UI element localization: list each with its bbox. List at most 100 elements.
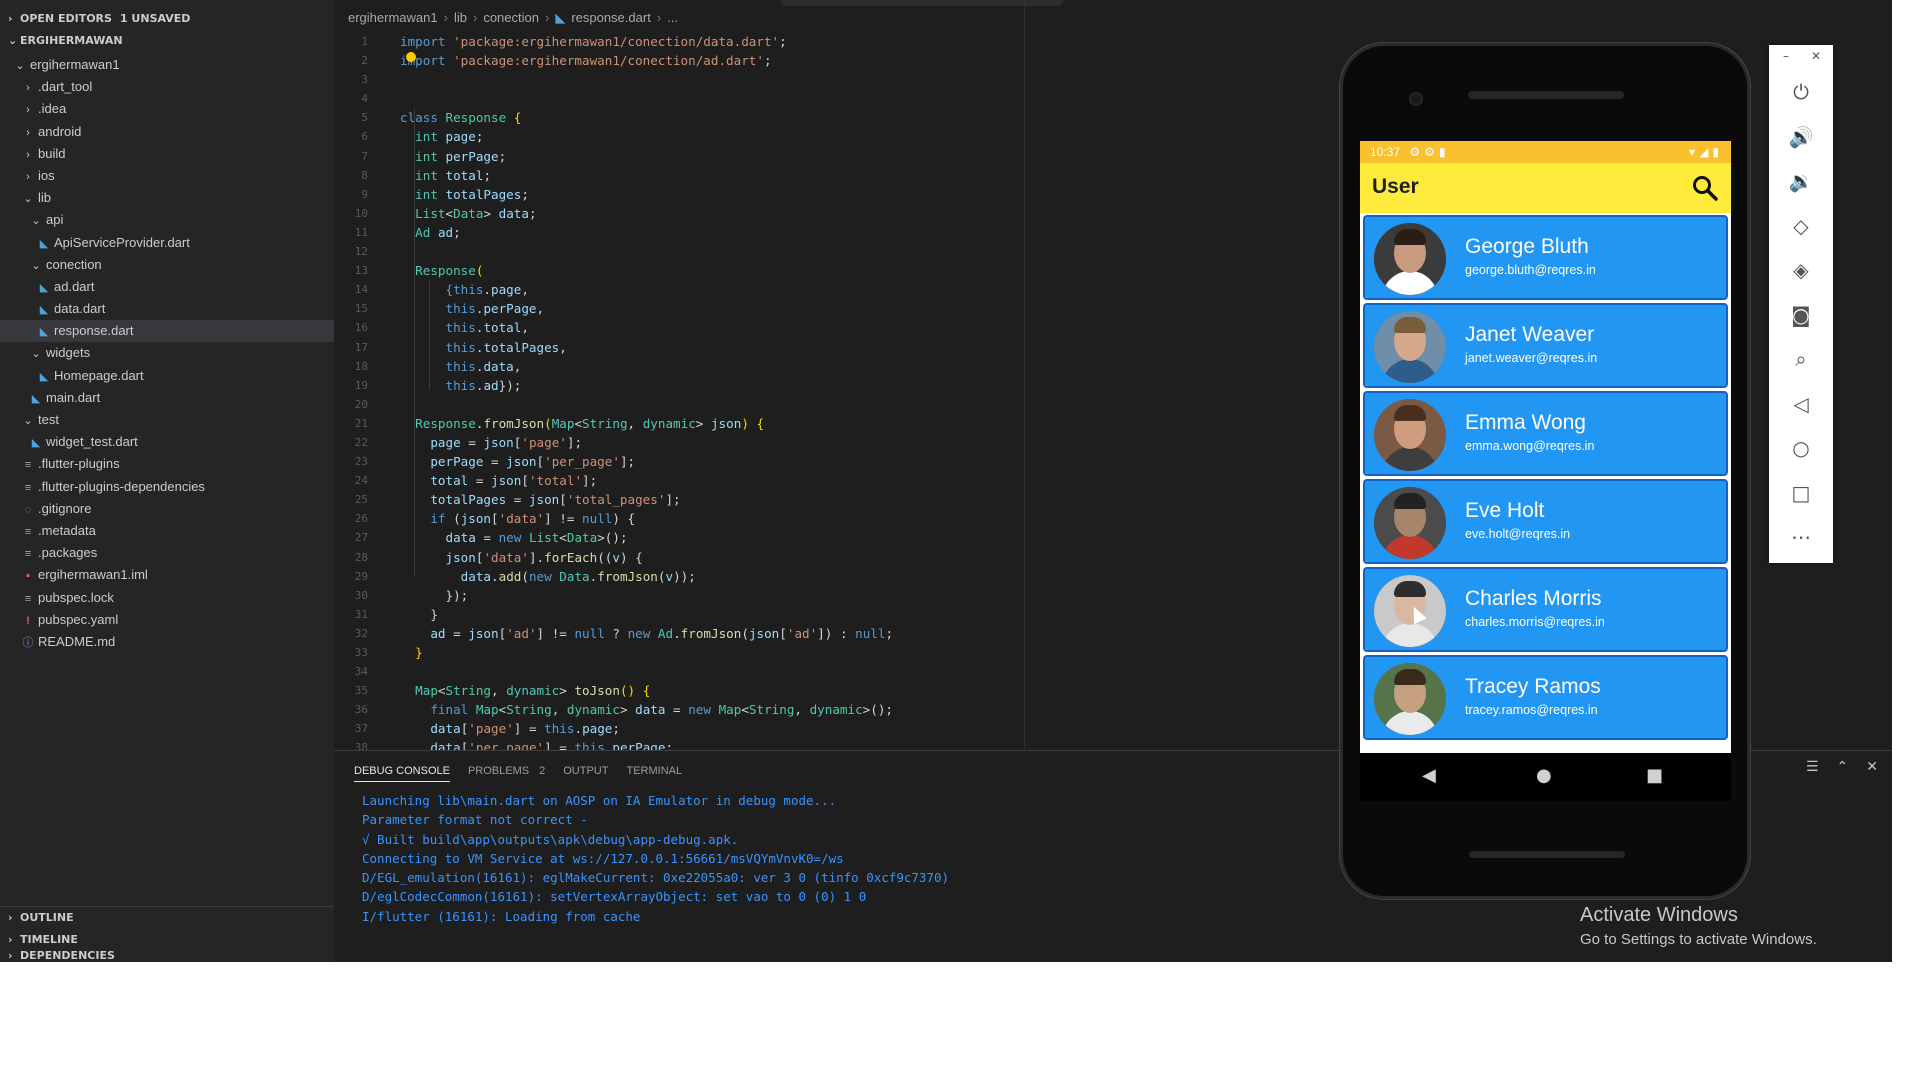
- code-line: totalPages = json['total_pages'];: [430, 492, 681, 508]
- lightbulb-icon[interactable]: [406, 52, 416, 62]
- tab-label: TERMINAL: [626, 765, 683, 777]
- user-email: tracey.ramos@reqres.in: [1465, 703, 1598, 717]
- minimize-icon[interactable]: –: [1783, 49, 1789, 63]
- user-card[interactable]: George Bluth george.bluth@reqres.in: [1363, 215, 1728, 300]
- volume-up-icon[interactable]: 🔊: [1769, 122, 1833, 152]
- tree-item[interactable]: ◣ widget_test.dart: [0, 431, 334, 453]
- chevron-right-icon: ›: [26, 126, 30, 139]
- volume-down-icon[interactable]: 🔉: [1769, 166, 1833, 196]
- tree-item[interactable]: ≡ .flutter-plugins: [0, 453, 334, 475]
- more-icon[interactable]: ⋯: [1769, 522, 1833, 552]
- tree-item[interactable]: ◣ Homepage.dart: [0, 365, 334, 387]
- tree-item[interactable]: ≡ pubspec.lock: [0, 587, 334, 609]
- search-icon[interactable]: [1691, 174, 1719, 202]
- zoom-icon[interactable]: ⌕: [1769, 344, 1833, 374]
- project-header[interactable]: ⌄ ERGIHERMAWAN: [0, 30, 334, 52]
- rotate-left-icon[interactable]: ◇: [1769, 211, 1833, 241]
- code-line: }: [400, 606, 438, 622]
- home-icon[interactable]: ○: [1769, 433, 1833, 463]
- text-file-icon: ≡: [24, 481, 32, 494]
- tab-problems[interactable]: PROBLEMS 2: [468, 765, 545, 781]
- avatar: [1374, 223, 1446, 295]
- tab-output[interactable]: OUTPUT: [563, 765, 608, 781]
- phone-speaker: [1468, 91, 1624, 99]
- tree-item[interactable]: ≡ .packages: [0, 542, 334, 564]
- tab-label: PROBLEMS: [467, 765, 530, 777]
- tree-item[interactable]: ◣ ad.dart: [0, 276, 334, 298]
- breadcrumb-item[interactable]: ...: [667, 10, 678, 25]
- tree-item[interactable]: ⌄ conection: [0, 254, 334, 276]
- tree-item[interactable]: › build: [0, 143, 334, 165]
- tree-item-label: lib: [38, 190, 52, 206]
- tab-debug-console[interactable]: DEBUG CONSOLE: [354, 765, 450, 782]
- activate-windows-watermark: Activate Windows Go to Settings to activ…: [1580, 904, 1817, 948]
- user-card[interactable]: Emma Wong emma.wong@reqres.in: [1363, 391, 1728, 476]
- breadcrumb-item[interactable]: conection: [483, 10, 539, 25]
- code-line: int perPage;: [415, 148, 507, 164]
- code-line: int total;: [415, 167, 492, 183]
- tree-item-label: android: [38, 123, 82, 139]
- timeline-header[interactable]: › TIMELINE: [0, 929, 334, 951]
- user-card[interactable]: Janet Weaver janet.weaver@reqres.in: [1363, 303, 1728, 388]
- list-filter-icon[interactable]: ☰: [1806, 759, 1819, 775]
- power-icon[interactable]: ⏻: [1769, 77, 1833, 107]
- close-panel-icon[interactable]: ✕: [1866, 759, 1878, 775]
- tree-item[interactable]: ⓘ README.md: [0, 631, 334, 653]
- code-line: if (json['data'] != null) {: [430, 511, 636, 527]
- tree-item[interactable]: › ios: [0, 165, 334, 187]
- outline-header[interactable]: › OUTLINE: [0, 907, 334, 929]
- tree-item[interactable]: ▪ ergihermawan1.iml: [0, 564, 334, 586]
- overview-icon[interactable]: □: [1769, 478, 1833, 508]
- maximize-panel-icon[interactable]: ⌃: [1837, 759, 1849, 775]
- user-card[interactable]: Tracey Ramos tracey.ramos@reqres.in: [1363, 655, 1728, 740]
- line-number: 2: [361, 54, 368, 68]
- tree-item-label: widgets: [46, 345, 91, 361]
- back-icon[interactable]: ◀: [1422, 765, 1436, 786]
- tree-item-label: ergihermawan1: [30, 57, 120, 72]
- tree-item[interactable]: ◣ response.dart: [0, 320, 334, 343]
- code-line: class Response {: [400, 110, 522, 126]
- overview-icon[interactable]: ■: [1646, 765, 1663, 786]
- tree-item[interactable]: ◌ .gitignore: [0, 498, 334, 520]
- tree-item-label: build: [38, 145, 66, 161]
- tree-item[interactable]: ⌄ ergihermawan1: [0, 54, 334, 76]
- dart-file-icon: ◣: [39, 370, 49, 383]
- tree-item[interactable]: ◣ main.dart: [0, 387, 334, 409]
- tree-item[interactable]: › .idea: [0, 98, 334, 120]
- home-icon[interactable]: ●: [1536, 765, 1552, 786]
- breadcrumb-item[interactable]: response.dart: [571, 10, 651, 25]
- tree-item[interactable]: ≡ .metadata: [0, 520, 334, 542]
- tree-item[interactable]: › .dart_tool: [0, 76, 334, 98]
- tree-item-label: pubspec.yaml: [38, 611, 119, 627]
- dependencies-header[interactable]: › DEPENDENCIES: [0, 951, 334, 961]
- breadcrumb-item[interactable]: ergihermawan1: [348, 10, 438, 25]
- tree-item[interactable]: › android: [0, 121, 334, 143]
- tree-item[interactable]: ! pubspec.yaml: [0, 609, 334, 631]
- user-email: eve.holt@reqres.in: [1465, 527, 1571, 541]
- user-card[interactable]: Eve Holt eve.holt@reqres.in: [1363, 479, 1728, 564]
- tree-item[interactable]: ⌄ widgets: [0, 342, 334, 364]
- tree-item[interactable]: ≡ .flutter-plugins-dependencies: [0, 476, 334, 498]
- tree-item[interactable]: ◣ data.dart: [0, 298, 334, 320]
- tree-item[interactable]: ⌄ test: [0, 409, 334, 431]
- line-number: 24: [354, 474, 368, 488]
- watermark-title: Activate Windows: [1580, 904, 1738, 926]
- line-number: 5: [361, 111, 368, 125]
- avatar: [1374, 487, 1446, 559]
- code-lines[interactable]: import 'package:ergihermawan1/conection/…: [400, 32, 1360, 758]
- tree-item[interactable]: ⌄ lib: [0, 187, 334, 209]
- tab-terminal[interactable]: TERMINAL: [626, 765, 682, 781]
- line-number: 12: [354, 245, 368, 259]
- camera-icon[interactable]: ◙: [1769, 300, 1833, 330]
- code-line: Response.fromJson(Map<String, dynamic> j…: [415, 415, 765, 431]
- rotate-right-icon[interactable]: ◈: [1769, 255, 1833, 285]
- console-line: I/flutter (16161): Loading from cache: [362, 908, 641, 924]
- open-editors-header[interactable]: › OPEN EDITORS 1 UNSAVED: [0, 8, 334, 30]
- close-icon[interactable]: ✕: [1811, 49, 1821, 63]
- breadcrumb-item[interactable]: lib: [454, 10, 467, 25]
- tree-item[interactable]: ◣ ApiServiceProvider.dart: [0, 232, 334, 254]
- back-icon[interactable]: ◁: [1769, 389, 1833, 419]
- line-number: 28: [354, 550, 368, 564]
- tree-item[interactable]: ⌄ api: [0, 209, 334, 231]
